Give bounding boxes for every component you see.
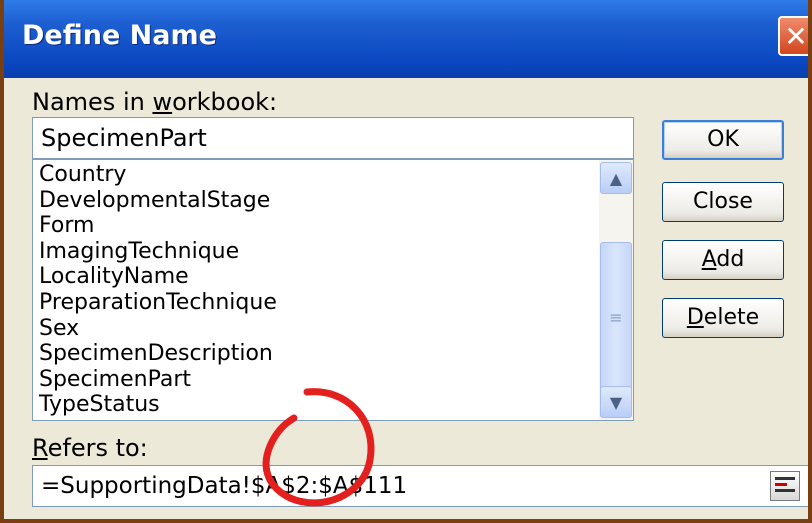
refers-to-label: Refers to:	[32, 434, 148, 462]
chevron-up-icon: ▲	[609, 168, 623, 188]
close-button[interactable]: Close	[662, 182, 784, 222]
title-bar[interactable]: Define Name ✕	[4, 0, 808, 78]
ok-button[interactable]: OK	[662, 120, 784, 160]
define-name-dialog: Define Name ✕ Names in workbook: Country…	[0, 0, 812, 523]
scroll-thumb[interactable]: ≡	[600, 242, 632, 392]
scroll-up-button[interactable]: ▲	[600, 162, 632, 194]
names-in-workbook-label: Names in workbook:	[32, 88, 277, 116]
delete-accesskey: D	[686, 305, 704, 330]
list-item[interactable]: ImagingTechnique	[39, 239, 597, 265]
list-item[interactable]: TypeStatus	[39, 392, 597, 418]
list-item[interactable]: Sex	[39, 316, 597, 342]
add-label-rest: dd	[716, 247, 745, 272]
list-item[interactable]: Country	[39, 162, 597, 188]
list-item[interactable]: Form	[39, 213, 597, 239]
refers-to-input[interactable]	[32, 465, 808, 507]
refers-label-accesskey: R	[32, 434, 48, 462]
name-input[interactable]	[32, 117, 634, 159]
list-item[interactable]: SpecimenDescription	[39, 341, 597, 367]
collapse-dialog-button[interactable]	[770, 471, 800, 501]
list-item[interactable]: DevelopmentalStage	[39, 188, 597, 214]
names-list[interactable]: Country DevelopmentalStage Form ImagingT…	[32, 159, 634, 421]
refers-label-rest: efers to:	[47, 434, 148, 462]
close-icon: ✕	[784, 19, 808, 53]
list-scrollbar[interactable]: ▲ ≡ ▼	[599, 160, 633, 420]
grip-icon: ≡	[609, 307, 623, 327]
scroll-down-button[interactable]: ▼	[600, 386, 632, 418]
names-label-part1: Names in	[32, 88, 153, 116]
chevron-down-icon: ▼	[609, 392, 623, 412]
names-list-items: Country DevelopmentalStage Form ImagingT…	[39, 162, 597, 418]
close-window-button[interactable]: ✕	[778, 16, 808, 56]
names-label-accesskey: w	[152, 88, 173, 116]
list-item[interactable]: LocalityName	[39, 264, 597, 290]
add-accesskey: A	[701, 247, 717, 272]
delete-button[interactable]: Delete	[662, 298, 784, 338]
list-item[interactable]: SpecimenPart	[39, 367, 597, 393]
delete-label-rest: elete	[703, 305, 760, 330]
list-item[interactable]: PreparationTechnique	[39, 290, 597, 316]
dialog-title: Define Name	[22, 20, 217, 51]
add-button[interactable]: Add	[662, 240, 784, 280]
names-label-part2: orkbook:	[172, 88, 278, 116]
